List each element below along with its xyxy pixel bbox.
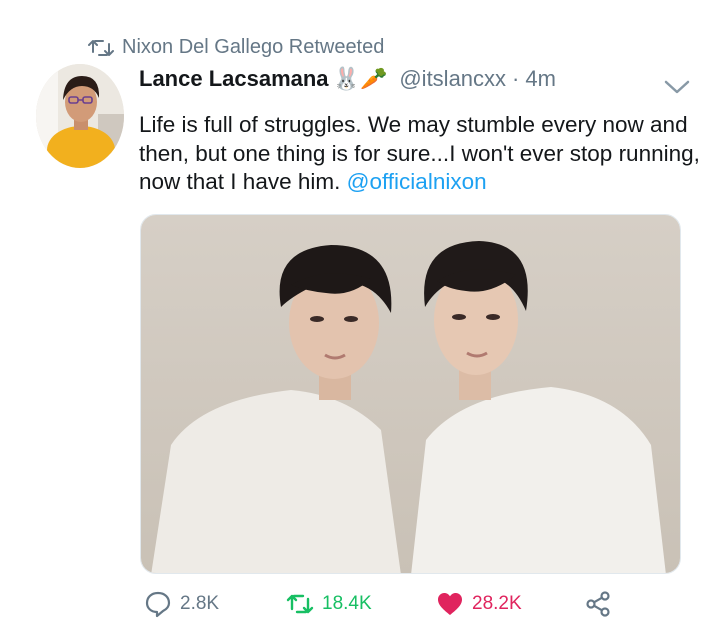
tweet-text: Life is full of struggles. We may stumbl… [139,111,709,197]
retweet-context[interactable]: Nixon Del Gallego Retweeted [88,36,384,59]
tweet-header: Lance Lacsamana 🐰🥕 @itslancxx · 4m [139,66,689,92]
author-name[interactable]: Lance Lacsamana [139,66,329,92]
heart-icon [438,593,462,615]
reply-button[interactable]: 2.8K [144,590,219,618]
reply-icon [145,591,171,618]
tweet-photo [141,215,680,573]
retweet-button[interactable]: 18.4K [286,590,372,618]
share-icon [586,591,610,617]
like-count: 28.2K [472,593,522,614]
mention-link[interactable]: @officialnixon [347,169,487,194]
retweet-icon [286,594,314,614]
like-button[interactable]: 28.2K [436,590,522,618]
chevron-down-icon[interactable] [664,78,690,96]
avatar-image [36,64,124,168]
avatar[interactable] [36,64,124,168]
author-emoji: 🐰🥕 [332,66,388,91]
retweet-icon [88,39,114,56]
retweet-context-label: Nixon Del Gallego Retweeted [122,36,385,58]
tweet-media[interactable] [140,214,681,574]
reply-count: 2.8K [180,593,220,614]
retweet-count: 18.4K [322,593,372,614]
separator-dot: · [512,66,520,91]
tweet-actions: 2.8K 18.4K 28.2K [144,590,624,622]
tweet-time[interactable]: 4m [525,66,556,92]
author-handle[interactable]: @itslancxx [399,66,506,92]
share-button[interactable] [584,590,612,618]
